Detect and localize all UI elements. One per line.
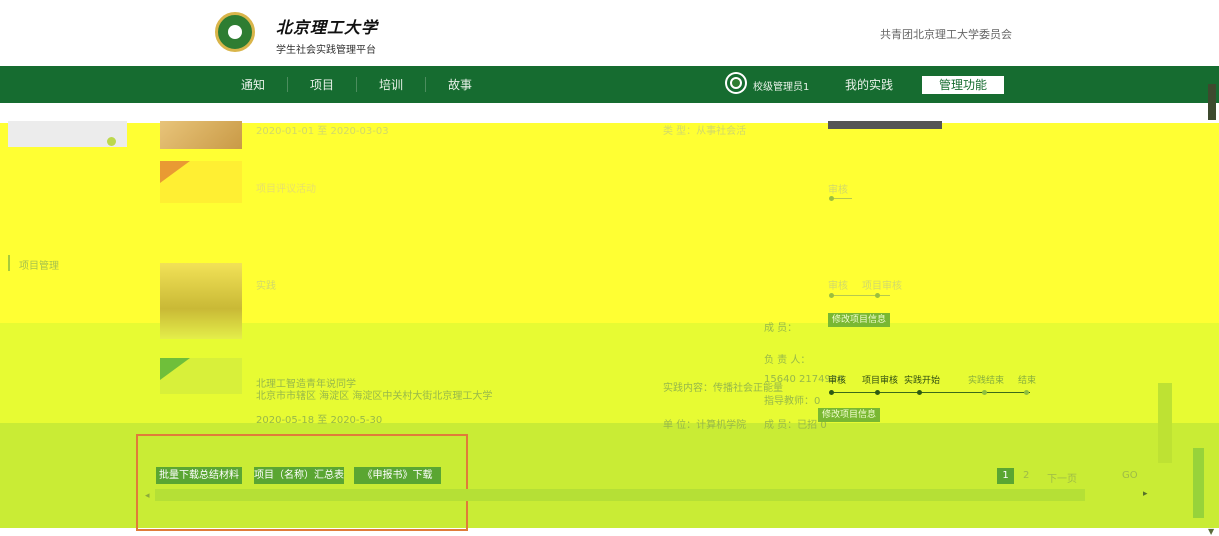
project-date: 2020-01-01 至 2020-03-03 xyxy=(256,126,389,137)
stage-label: 审核 xyxy=(828,376,847,386)
nav-item-projects[interactable]: 项目 xyxy=(310,76,334,93)
progress-dot xyxy=(1024,390,1029,395)
page-scrollbar[interactable] xyxy=(1193,448,1204,518)
edit-project-button[interactable]: 修改项目信息 xyxy=(818,408,881,422)
nav-divider xyxy=(425,77,426,92)
stage-label: 项目审核 xyxy=(862,281,902,292)
nav-item-my-practice[interactable]: 我的实践 xyxy=(845,76,893,93)
main-nav: 通知 项目 培训 故事 校级管理员1 我的实践 管理功能 xyxy=(0,66,1219,103)
page-number-current[interactable]: 1 xyxy=(997,468,1014,484)
progress-dot xyxy=(875,390,880,395)
members-label: 成 员： xyxy=(764,323,798,334)
edit-project-button[interactable]: 修改项目信息 xyxy=(828,313,891,327)
vertical-scrollbar[interactable] xyxy=(1158,383,1172,463)
project-title[interactable]: 项目评议活动 xyxy=(256,180,316,195)
stage-label: 实践开始 xyxy=(904,376,941,386)
university-logo-icon[interactable] xyxy=(215,12,255,52)
project-thumbnail[interactable] xyxy=(160,263,242,339)
page-number[interactable]: 2 xyxy=(1023,470,1029,481)
nav-item-stories[interactable]: 故事 xyxy=(448,76,472,93)
project-thumbnail[interactable] xyxy=(160,121,242,149)
scroll-down-icon[interactable]: ▼ xyxy=(1208,527,1214,536)
scrollbar-thumb[interactable] xyxy=(1208,84,1216,120)
platform-name: 学生社会实践管理平台 xyxy=(276,45,376,56)
sidebar-dot-icon xyxy=(107,137,116,146)
user-name[interactable]: 校级管理员1 xyxy=(753,78,809,93)
progress-dot xyxy=(829,390,834,395)
stage-label: 项目审核 xyxy=(862,376,899,386)
sidebar-item-project-manage[interactable]: 项目管理 xyxy=(19,257,59,272)
nav-divider xyxy=(287,77,288,92)
badge-corner-icon xyxy=(160,161,190,183)
stage-label: 审核 xyxy=(828,281,848,292)
progress-line xyxy=(830,295,890,296)
progress-dot xyxy=(829,293,834,298)
next-page-button[interactable]: 下一页 xyxy=(1047,470,1077,485)
nav-divider xyxy=(356,77,357,92)
scroll-left-icon[interactable]: ◂ xyxy=(145,491,150,501)
mentor-label: 指导教师：0 xyxy=(764,396,821,407)
stage-label: 实践结束 xyxy=(968,376,1005,386)
nav-item-training[interactable]: 培训 xyxy=(379,76,403,93)
project-unit: 单 位：计算机学院 xyxy=(663,420,747,431)
content-band xyxy=(0,103,1219,123)
badge-corner-icon xyxy=(160,358,190,380)
nav-item-manage[interactable]: 管理功能 xyxy=(922,76,1004,94)
application-download-button[interactable]: 《申报书》下载 xyxy=(354,467,441,484)
organization-name: 共青团北京理工大学委员会 xyxy=(880,28,1012,41)
project-address: 北京市市辖区 海淀区 海淀区中关村大街北京理工大学 xyxy=(256,391,493,402)
main-content: 项目管理 2020-01-01 至 2020-03-03 类 型：从事社会活 项… xyxy=(0,103,1219,536)
university-name: 北京理工大学 xyxy=(276,18,379,37)
project-date: 2020-05-18 至 2020-5-30 xyxy=(256,415,383,426)
leader-label: 负 责 人： xyxy=(764,355,811,366)
progress-dot xyxy=(829,196,834,201)
progress-dot xyxy=(917,390,922,395)
project-thumbnail[interactable] xyxy=(160,161,242,203)
site-header: 北京理工大学 学生社会实践管理平台 共青团北京理工大学委员会 xyxy=(0,0,1219,66)
progress-dot xyxy=(982,390,987,395)
sidebar-active-indicator xyxy=(8,255,10,271)
progress-dot xyxy=(875,293,880,298)
progress-line xyxy=(830,392,1030,393)
stage-label: 结束 xyxy=(1018,376,1037,386)
user-avatar-icon[interactable] xyxy=(727,74,745,92)
go-button[interactable]: GO xyxy=(1122,470,1138,481)
project-action-tags[interactable] xyxy=(828,121,942,129)
batch-download-button[interactable]: 批量下载总结材料 xyxy=(156,467,242,484)
stage-label: 审核 xyxy=(828,185,848,196)
nav-item-notice[interactable]: 通知 xyxy=(241,76,265,93)
project-title[interactable]: 实践 xyxy=(256,277,276,292)
scroll-right-icon[interactable]: ▸ xyxy=(1143,489,1148,499)
horizontal-scrollbar[interactable] xyxy=(155,489,1085,501)
summary-table-button[interactable]: 项目（名称）汇总表 xyxy=(254,467,344,484)
project-thumbnail[interactable] xyxy=(160,358,242,394)
project-type: 类 型：从事社会活 xyxy=(663,126,747,137)
